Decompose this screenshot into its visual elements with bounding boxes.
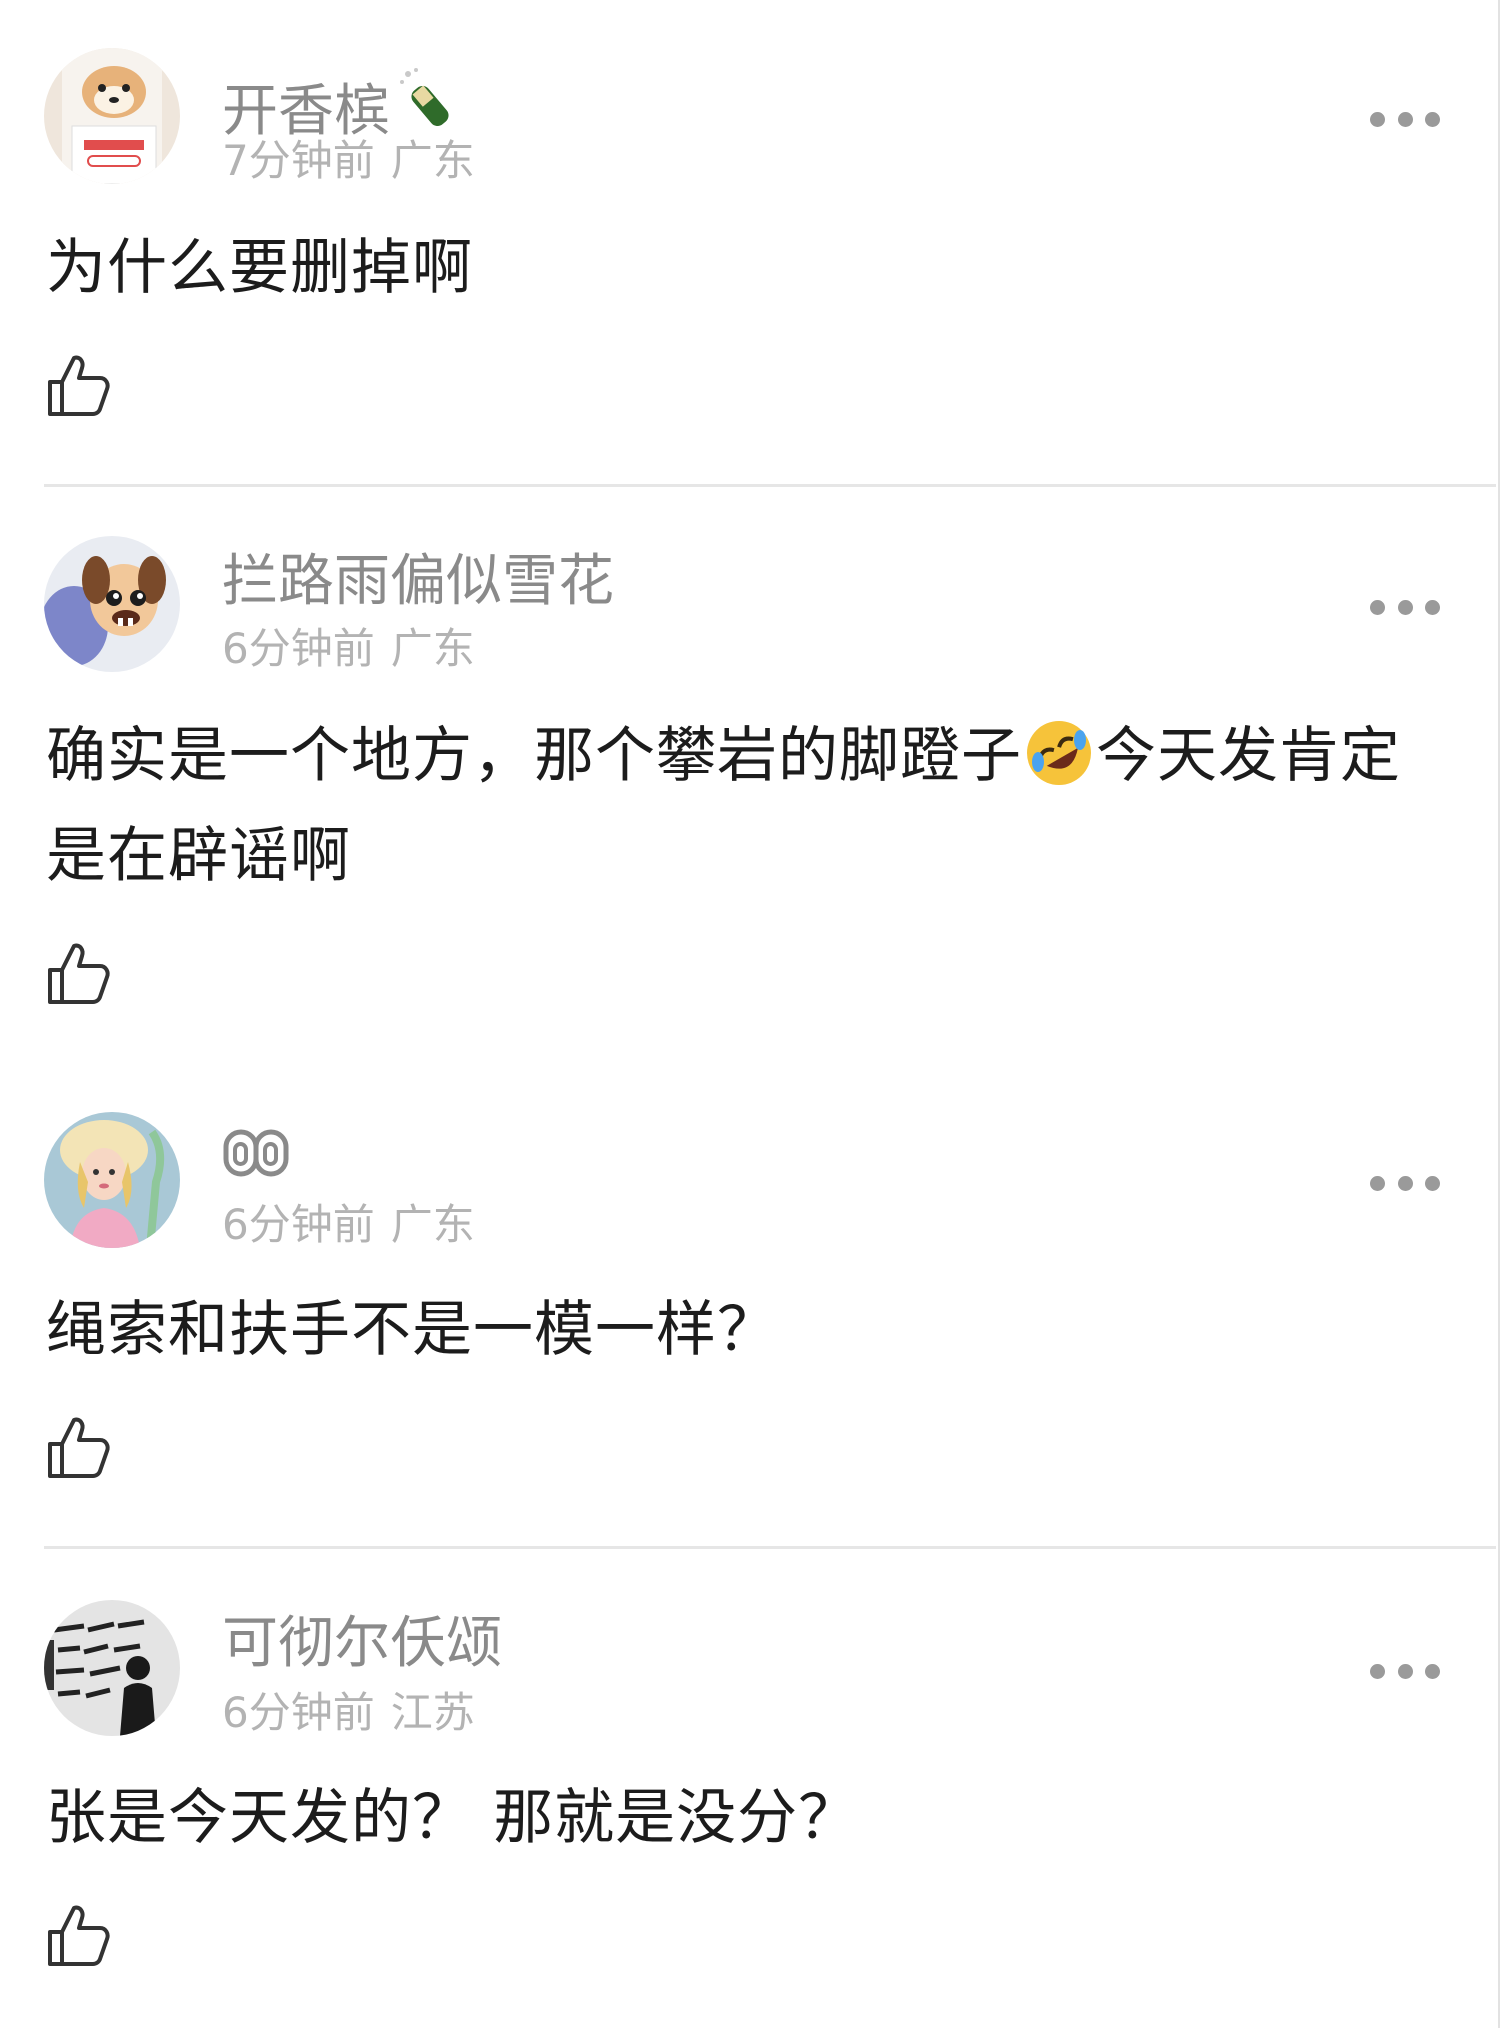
thumbs-up-icon[interactable] [46,1902,112,1968]
comment-text: 为什么要删掉啊 [46,233,473,303]
more-dot-icon [1370,599,1385,615]
more-options-button[interactable] [1370,1656,1440,1686]
comment-text: 确实是一个地方，那个攀岩的脚蹬子 今天发肯定是在辟谣啊 [46,706,1440,906]
more-dot-icon [1425,1663,1440,1679]
thumbs-up-icon[interactable] [46,1414,112,1480]
avatar[interactable] [44,536,180,672]
comment-meta: 6分钟前 广东 [222,628,475,670]
comment-text: 绳索和扶手不是一模一样？ [46,1295,778,1365]
bo-peep-avatar [44,1112,180,1248]
comment-location: 广东 [390,624,475,673]
comment-meta: 6分钟前 广东 [222,1204,475,1246]
comment-location: 江苏 [390,1688,475,1737]
more-options-button[interactable] [1370,1168,1440,1198]
comment-text: 张是今天发的？ 那就是没分？ [46,1783,860,1853]
cartoon-dog-avatar [44,536,180,672]
comment-divider [44,1546,1496,1549]
more-dot-icon [1397,599,1413,615]
avatar[interactable] [44,1600,180,1736]
shiba-dog-respect-avatar [44,48,180,184]
infinity-eyes-glyph [223,1129,289,1177]
comment-divider [44,484,1496,487]
more-dot-icon [1397,1175,1413,1191]
champagne-bottle-icon [400,68,449,127]
im-out-of-bed-avatar [44,1600,180,1736]
username[interactable]: 可彻尔仸颂 [222,1616,502,1672]
more-dot-icon [1370,1175,1385,1191]
username[interactable]: 拦路雨偏似雪花 [222,554,614,610]
comment-time: 6分钟前 [222,1200,375,1249]
more-options-button[interactable] [1370,104,1440,134]
avatar[interactable] [44,1112,180,1248]
comment-location: 广东 [390,136,475,185]
avatar[interactable] [44,48,180,184]
more-dot-icon [1425,1175,1440,1191]
username[interactable]: 开香槟 [222,64,464,140]
thumbs-up-icon[interactable] [46,940,112,1006]
comment-time: 7分钟前 [222,136,375,185]
comment-meta: 7分钟前 广东 [222,140,475,182]
comment-text-part: 确实是一个地方，那个攀岩的脚蹬子 [46,721,1022,791]
more-dot-icon [1370,1663,1385,1679]
more-dot-icon [1425,599,1440,615]
more-dot-icon [1425,111,1440,127]
more-dot-icon [1370,111,1385,127]
more-dot-icon [1397,1663,1413,1679]
comment-time: 6分钟前 [222,1688,375,1737]
more-dot-icon [1397,111,1413,127]
username[interactable] [222,1128,292,1186]
comment-location: 广东 [390,1200,475,1249]
rolling-laughing-emoji [1027,721,1091,785]
comment-time: 6分钟前 [222,624,375,673]
thumbs-up-icon[interactable] [46,352,112,418]
more-options-button[interactable] [1370,592,1440,622]
comment-meta: 6分钟前 江苏 [222,1692,475,1734]
